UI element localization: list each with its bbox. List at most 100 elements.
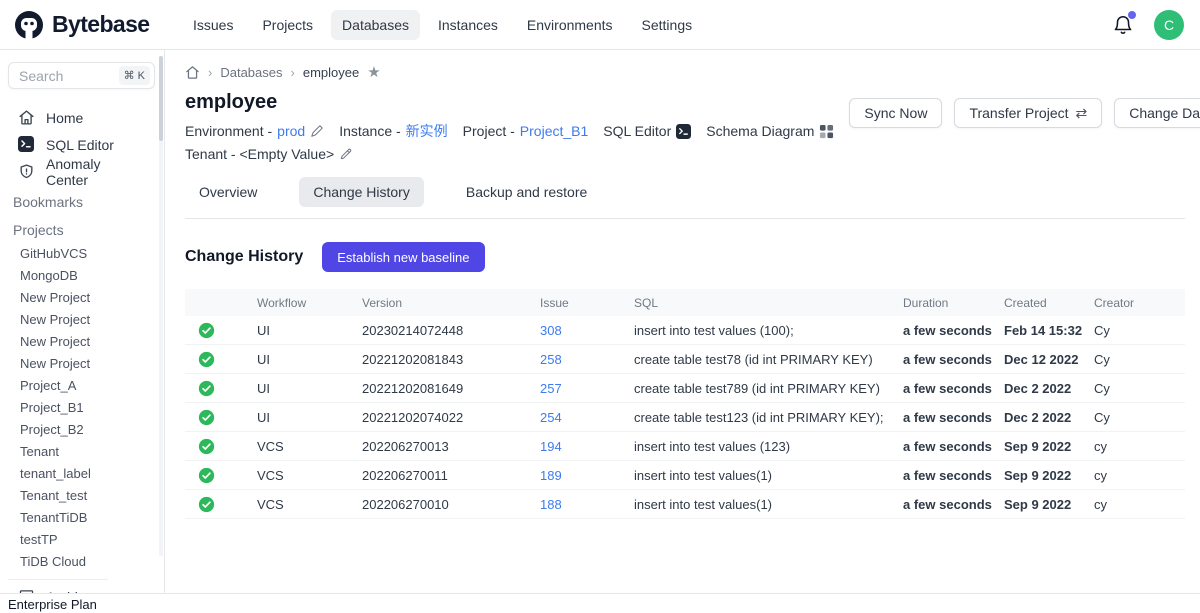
action-button[interactable]: Sync Now <box>849 98 942 128</box>
sql-cell: insert into test values (123) <box>634 439 903 454</box>
project-list-item[interactable]: TiDB Cloud <box>0 551 164 573</box>
issue-link[interactable]: 254 <box>540 410 634 425</box>
sidebar-scrollbar-thumb[interactable] <box>159 56 163 141</box>
sidebar-item-anomaly-center[interactable]: Anomaly Center <box>0 158 164 185</box>
projects-list: GitHubVCS MongoDB New Project New Projec… <box>0 241 164 573</box>
search-input[interactable] <box>17 67 99 85</box>
project-list-item[interactable]: Project_B2 <box>0 419 164 441</box>
tab[interactable]: Backup and restore <box>452 177 601 207</box>
bookmark-star-icon[interactable]: ★ <box>367 65 380 80</box>
notifications-button[interactable] <box>1112 14 1134 36</box>
database-meta-line-2: Tenant - <Empty Value> <box>185 146 849 162</box>
environment-link[interactable]: prod <box>277 123 305 139</box>
workflow-cell: VCS <box>257 468 362 483</box>
project-list-item[interactable]: tenant_label <box>0 463 164 485</box>
project-list-item[interactable]: New Project <box>0 309 164 331</box>
table-body: UI 20230214072448 308 insert into test v… <box>185 316 1185 519</box>
table-row[interactable]: VCS 202206270013 194 insert into test va… <box>185 432 1185 461</box>
success-check-icon <box>198 380 215 397</box>
project-list-item[interactable]: TenantTiDB <box>0 507 164 529</box>
creator-cell: Cy <box>1094 381 1185 396</box>
bytebase-logo[interactable]: Bytebase <box>14 10 182 40</box>
sql-cell: insert into test values(1) <box>634 468 903 483</box>
project-list-item[interactable]: Project_A <box>0 375 164 397</box>
tenant-label: Tenant - <Empty Value> <box>185 146 334 162</box>
pen-icon[interactable] <box>310 124 324 138</box>
shield-icon <box>18 163 35 180</box>
table-row[interactable]: VCS 202206270011 189 insert into test va… <box>185 461 1185 490</box>
sidebar: ⌘ K Home SQL Editor Anomaly Center Bookm… <box>0 50 165 613</box>
nav-item[interactable]: Settings <box>631 10 704 40</box>
tab[interactable]: Overview <box>185 177 271 207</box>
main-content: › Databases › employee ★ employee Enviro… <box>165 50 1200 613</box>
duration-cell: a few seconds <box>903 468 1004 483</box>
establish-baseline-button[interactable]: Establish new baseline <box>322 242 484 272</box>
avatar[interactable]: C <box>1154 10 1184 40</box>
project-list-item[interactable]: Project_B1 <box>0 397 164 419</box>
issue-link[interactable]: 189 <box>540 468 634 483</box>
section-title: Change History <box>185 248 303 266</box>
tenant-meta: Tenant - <Empty Value> <box>185 146 353 162</box>
nav-item[interactable]: Instances <box>427 10 509 40</box>
project-list-item[interactable]: New Project <box>0 331 164 353</box>
pencil-edit-icon[interactable] <box>339 147 353 161</box>
workflow-cell: UI <box>257 381 362 396</box>
breadcrumb-databases[interactable]: Databases <box>220 65 282 80</box>
column-header: Version <box>362 296 540 310</box>
issue-link[interactable]: 188 <box>540 497 634 512</box>
environment-label: Environment - <box>185 123 272 139</box>
issue-link[interactable]: 308 <box>540 323 634 338</box>
breadcrumb-home-icon[interactable] <box>185 65 200 80</box>
duration-cell: a few seconds <box>903 439 1004 454</box>
status-cell <box>185 467 257 484</box>
action-button[interactable]: Change Data <box>1114 98 1200 128</box>
version-cell: 202206270011 <box>362 468 540 483</box>
table-row[interactable]: UI 20221202074022 254 create table test1… <box>185 403 1185 432</box>
sql-editor-shortcut[interactable]: SQL Editor <box>603 123 691 139</box>
table-row[interactable]: UI 20230214072448 308 insert into test v… <box>185 316 1185 345</box>
duration-cell: a few seconds <box>903 352 1004 367</box>
table-row[interactable]: VCS 202206270010 188 insert into test va… <box>185 490 1185 519</box>
created-cell: Sep 9 2022 <box>1004 497 1094 512</box>
project-list-item[interactable]: New Project <box>0 353 164 375</box>
page-header-left: employee Environment - prod Instance - 新… <box>185 91 849 162</box>
terminal-icon <box>18 136 35 153</box>
issue-link[interactable]: 257 <box>540 381 634 396</box>
sidebar-item-home[interactable]: Home <box>0 104 164 131</box>
creator-cell: cy <box>1094 468 1185 483</box>
topnav-right: C <box>1112 10 1184 40</box>
project-list-item[interactable]: Tenant <box>0 441 164 463</box>
issue-link[interactable]: 258 <box>540 352 634 367</box>
home-icon <box>18 109 35 126</box>
status-cell <box>185 409 257 426</box>
schema-diagram-shortcut[interactable]: Schema Diagram <box>706 123 834 139</box>
workflow-cell: UI <box>257 352 362 367</box>
table-row[interactable]: UI 20221202081843 258 create table test7… <box>185 345 1185 374</box>
nav-item[interactable]: Issues <box>182 10 244 40</box>
environment-meta: Environment - prod <box>185 123 324 139</box>
project-list-item[interactable]: Tenant_test <box>0 485 164 507</box>
bytebase-logo-icon <box>14 10 44 40</box>
project-list-item[interactable]: New Project <box>0 287 164 309</box>
transfer-arrows-icon: ⇄ <box>1076 105 1088 122</box>
project-link[interactable]: Project_B1 <box>520 123 588 139</box>
project-list-item[interactable]: MongoDB <box>0 265 164 287</box>
issue-link[interactable]: 194 <box>540 439 634 454</box>
tab[interactable]: Change History <box>299 177 424 207</box>
nav-item[interactable]: Environments <box>516 10 624 40</box>
page-actions: Sync Now Transfer Project ⇄ Change Data <box>849 98 1200 128</box>
status-cell <box>185 438 257 455</box>
plan-label[interactable]: Enterprise Plan <box>8 597 97 612</box>
instance-link[interactable]: 新实例 <box>406 121 448 141</box>
breadcrumb-current: employee <box>303 65 359 80</box>
project-list-item[interactable]: GitHubVCS <box>0 243 164 265</box>
nav-item[interactable]: Databases <box>331 10 420 40</box>
status-cell <box>185 380 257 397</box>
sidebar-item-sql-editor[interactable]: SQL Editor <box>0 131 164 158</box>
table-row[interactable]: UI 20221202081649 257 create table test7… <box>185 374 1185 403</box>
project-list-item[interactable]: testTP <box>0 529 164 551</box>
action-button-label: Transfer Project <box>969 105 1068 121</box>
nav-item[interactable]: Projects <box>251 10 324 40</box>
action-button[interactable]: Transfer Project ⇄ <box>954 98 1102 128</box>
page-title: employee <box>185 91 849 114</box>
